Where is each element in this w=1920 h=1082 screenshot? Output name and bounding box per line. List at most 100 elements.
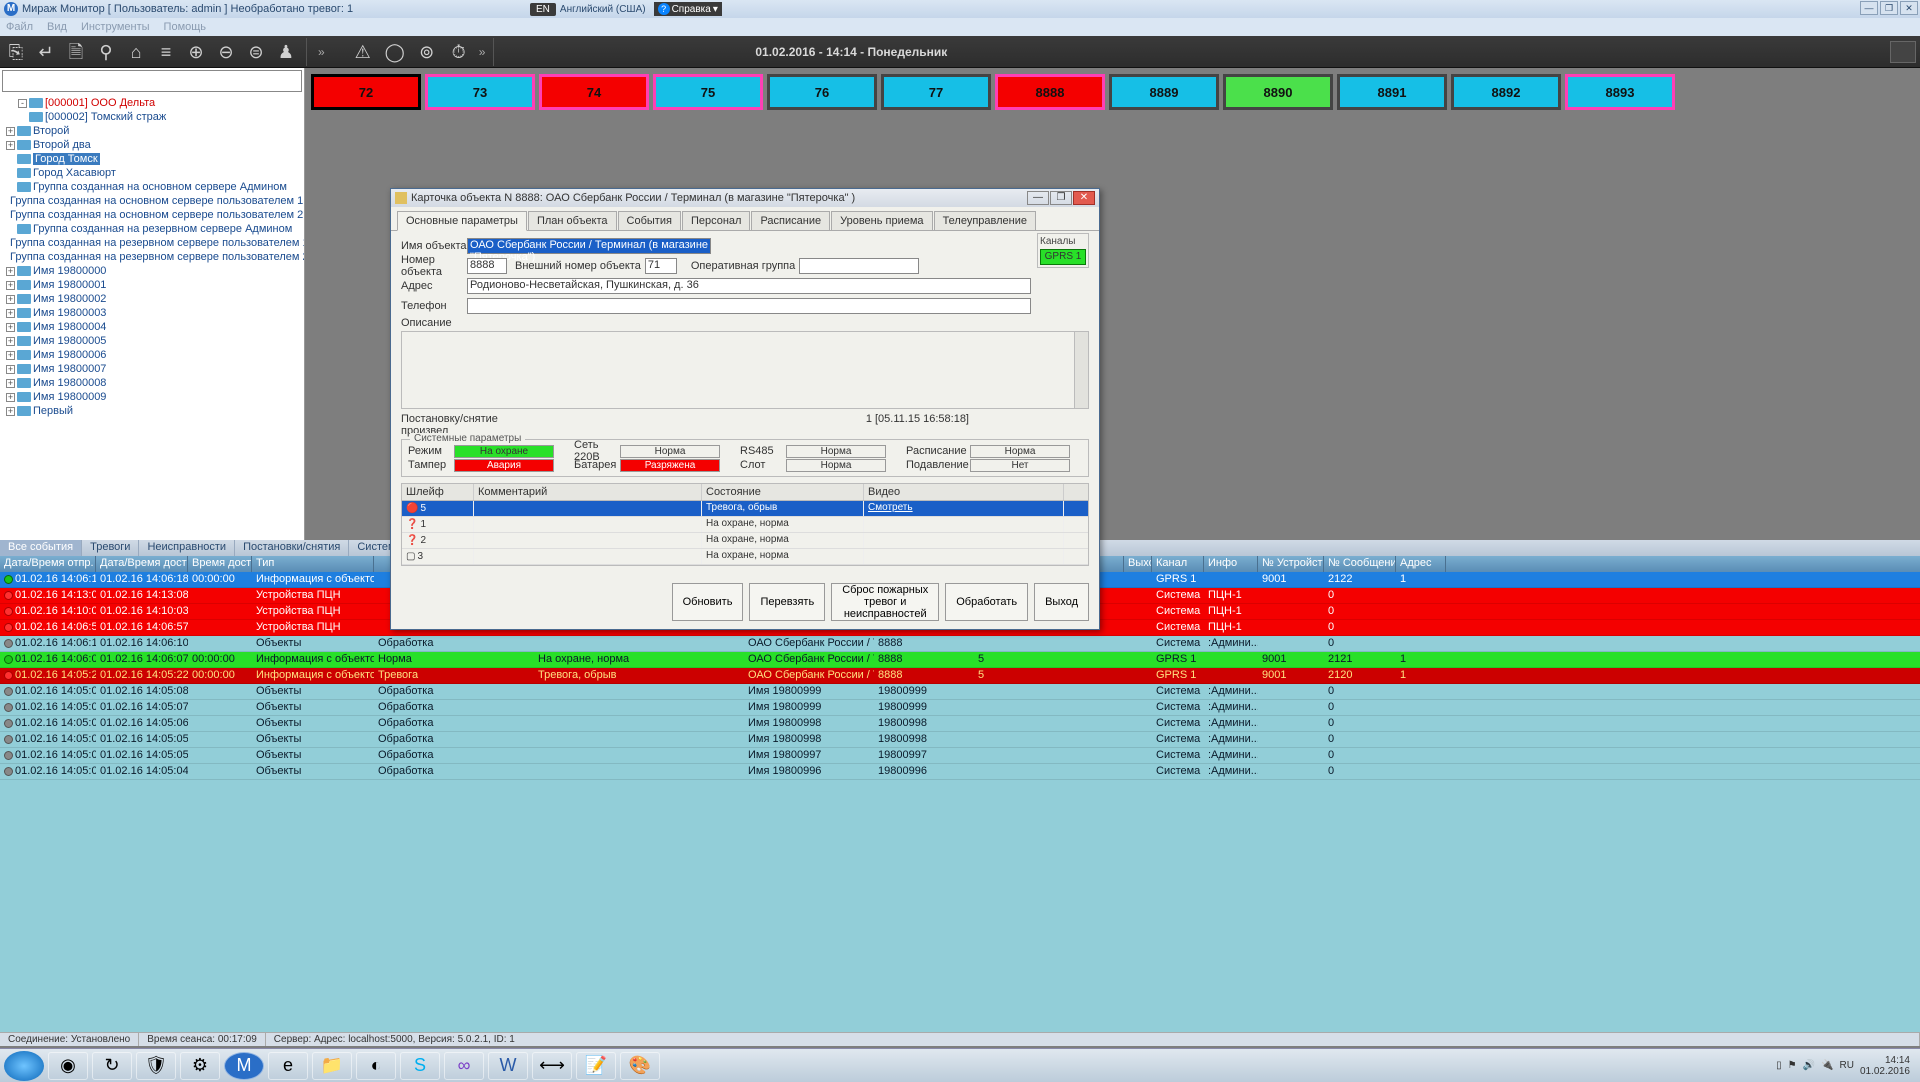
- event-filter-tab[interactable]: Постановки/снятия: [235, 540, 349, 556]
- taskbar-ie[interactable]: e: [268, 1052, 308, 1080]
- tree-item[interactable]: Группа созданная на резервном сервере по…: [4, 250, 300, 264]
- tree-item[interactable]: Группа созданная на основном сервере Адм…: [4, 180, 300, 194]
- object-tile-73[interactable]: 73: [425, 74, 535, 110]
- dialog-tab[interactable]: Расписание: [751, 211, 830, 230]
- dialog-close[interactable]: ✕: [1073, 191, 1095, 205]
- expand-icon[interactable]: +: [6, 281, 15, 290]
- event-row[interactable]: 01.02.16 14:05:0701.02.16 14:05:07Объект…: [0, 700, 1920, 716]
- expand-icon[interactable]: +: [6, 127, 15, 136]
- desc-scrollbar[interactable]: [1074, 332, 1088, 408]
- tree-item[interactable]: +Имя 19800003: [4, 306, 300, 320]
- object-tile-8892[interactable]: 8892: [1451, 74, 1561, 110]
- toolbar-btn-5[interactable]: ⌂: [124, 40, 148, 64]
- event-row[interactable]: 01.02.16 14:05:2201.02.16 14:05:2200:00:…: [0, 668, 1920, 684]
- dialog-minimize[interactable]: —: [1027, 191, 1049, 205]
- tree-item[interactable]: [000002] Томский страж: [4, 110, 300, 124]
- col-video[interactable]: Видео: [864, 484, 1064, 500]
- taskbar-app-1[interactable]: ◉: [48, 1052, 88, 1080]
- timer-icon[interactable]: ⏱: [447, 40, 471, 64]
- expand-icon[interactable]: +: [6, 365, 15, 374]
- tree-item[interactable]: Группа созданная на основном сервере пол…: [4, 208, 300, 222]
- tree-item[interactable]: +Имя 19800004: [4, 320, 300, 334]
- tray-lang[interactable]: RU: [1839, 1060, 1853, 1071]
- tree-item[interactable]: +Второй: [4, 124, 300, 138]
- event-row[interactable]: 01.02.16 14:05:0401.02.16 14:05:04Объект…: [0, 764, 1920, 780]
- input-object-name[interactable]: ОАО Сбербанк России / Терминал (в магази…: [467, 238, 711, 254]
- expand-icon[interactable]: +: [6, 141, 15, 150]
- expand-icon[interactable]: +: [6, 407, 15, 416]
- dialog-tab[interactable]: События: [618, 211, 681, 230]
- tree-item[interactable]: Группа созданная на резервном сервере Ад…: [4, 222, 300, 236]
- tray-icon-3[interactable]: 🔊: [1803, 1060, 1815, 1071]
- event-row[interactable]: 01.02.16 14:05:0501.02.16 14:05:05Объект…: [0, 732, 1920, 748]
- tree-item[interactable]: Группа созданная на основном сервере пол…: [4, 194, 300, 208]
- object-tile-76[interactable]: 76: [767, 74, 877, 110]
- taskbar-teamviewer[interactable]: ⟷: [532, 1052, 572, 1080]
- expand-icon[interactable]: +: [6, 267, 15, 276]
- event-col-header[interactable]: Тип: [252, 556, 374, 572]
- description-box[interactable]: [401, 331, 1089, 409]
- toolbar-collapse-arrow[interactable]: »: [318, 45, 325, 59]
- taskbar-app-3[interactable]: 🛡: [136, 1052, 176, 1080]
- expand-icon[interactable]: +: [6, 337, 15, 346]
- tree-item[interactable]: +Первый: [4, 404, 300, 418]
- help-menu[interactable]: ?Справка ▾: [654, 2, 722, 16]
- tray-icon-4[interactable]: 🔌: [1821, 1060, 1833, 1071]
- toolbar-btn-3[interactable]: 🗎: [64, 40, 88, 64]
- close-button[interactable]: ✕: [1900, 1, 1918, 15]
- taskbar-paint[interactable]: 🎨: [620, 1052, 660, 1080]
- event-filter-tab[interactable]: Все события: [0, 540, 82, 556]
- expand-icon[interactable]: +: [6, 295, 15, 304]
- object-tile-8890[interactable]: 8890: [1223, 74, 1333, 110]
- toolbar-btn-10[interactable]: ♟: [274, 40, 298, 64]
- toolbar-btn-6[interactable]: ≡: [154, 40, 178, 64]
- object-tile-8893[interactable]: 8893: [1565, 74, 1675, 110]
- tray-clock[interactable]: 14:14 01.02.2016: [1860, 1055, 1910, 1077]
- event-col-header[interactable]: Инфо: [1204, 556, 1258, 572]
- taskbar-vs[interactable]: ∞: [444, 1052, 484, 1080]
- object-tile-8889[interactable]: 8889: [1109, 74, 1219, 110]
- tree-item[interactable]: Город Хасавюрт: [4, 166, 300, 180]
- expand-icon[interactable]: +: [6, 351, 15, 360]
- event-row[interactable]: 01.02.16 14:06:1001.02.16 14:06:10Объект…: [0, 636, 1920, 652]
- taskbar-word[interactable]: W: [488, 1052, 528, 1080]
- taskbar-explorer[interactable]: 📁: [312, 1052, 352, 1080]
- taskbar-notepad[interactable]: 📝: [576, 1052, 616, 1080]
- tree-item[interactable]: +Имя 19800005: [4, 334, 300, 348]
- tree-item[interactable]: +Имя 19800002: [4, 292, 300, 306]
- toolbar-btn-4[interactable]: ⚲: [94, 40, 118, 64]
- input-op-group[interactable]: [799, 258, 919, 274]
- dialog-tab[interactable]: Основные параметры: [397, 211, 527, 231]
- dialog-action-button[interactable]: Сброс пожарныхтревог инеисправностей: [831, 583, 939, 621]
- dialog-action-button[interactable]: Выход: [1034, 583, 1089, 621]
- col-loop[interactable]: Шлейф: [402, 484, 474, 500]
- tree-item[interactable]: Группа созданная на резервном сервере по…: [4, 236, 300, 250]
- object-tile-8891[interactable]: 8891: [1337, 74, 1447, 110]
- loop-row[interactable]: ❓ 1На охране, норма: [402, 517, 1088, 533]
- event-filter-tab[interactable]: Тревоги: [82, 540, 139, 556]
- maximize-button[interactable]: ❐: [1880, 1, 1898, 15]
- dialog-tab[interactable]: Уровень приема: [831, 211, 932, 230]
- tree-item[interactable]: +Имя 19800001: [4, 278, 300, 292]
- dialog-action-button[interactable]: Обновить: [672, 583, 744, 621]
- tree-item[interactable]: +Имя 19800009: [4, 390, 300, 404]
- language-selector[interactable]: EN Английский (США) ?Справка ▾: [530, 0, 722, 18]
- loop-row[interactable]: ▢ 3На охране, норма: [402, 549, 1088, 565]
- tree-item[interactable]: +Имя 19800007: [4, 362, 300, 376]
- object-tile-74[interactable]: 74: [539, 74, 649, 110]
- input-ext-num[interactable]: 71: [645, 258, 677, 274]
- col-comment[interactable]: Комментарий: [474, 484, 702, 500]
- menu-tools[interactable]: Инструменты: [81, 21, 150, 33]
- menu-help[interactable]: Помощь: [164, 21, 207, 33]
- taskbar-chrome[interactable]: ◐: [356, 1052, 396, 1080]
- taskbar-app-mirage[interactable]: M: [224, 1052, 264, 1080]
- event-col-header[interactable]: Канал: [1152, 556, 1204, 572]
- object-tile-75[interactable]: 75: [653, 74, 763, 110]
- event-row[interactable]: 01.02.16 14:05:0601.02.16 14:05:06Объект…: [0, 716, 1920, 732]
- tree-item[interactable]: +Имя 19800006: [4, 348, 300, 362]
- taskbar-skype[interactable]: S: [400, 1052, 440, 1080]
- object-tile-72[interactable]: 72: [311, 74, 421, 110]
- expand-icon[interactable]: +: [6, 393, 15, 402]
- input-address[interactable]: Родионово-Несветайская, Пушкинская, д. 3…: [467, 278, 1031, 294]
- expand-icon[interactable]: +: [6, 309, 15, 318]
